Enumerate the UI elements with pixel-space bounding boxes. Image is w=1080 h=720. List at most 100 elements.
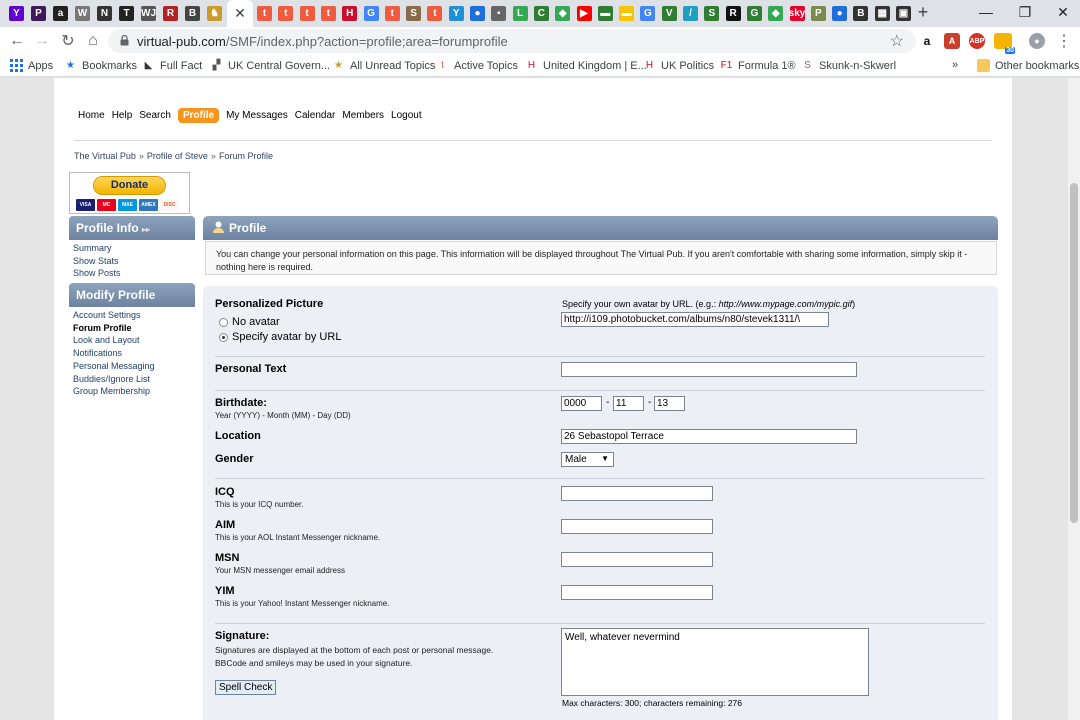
acrobat-extension-icon[interactable]: A [944,33,960,49]
menu-item-logout[interactable]: Logout [391,108,422,123]
browser-tab[interactable]: t [276,4,295,23]
browser-tab[interactable]: S [404,4,423,23]
reload-button[interactable]: ↻ [57,30,79,52]
sidebar-item-personal-messaging[interactable]: Personal Messaging [73,360,155,373]
bookmarks-overflow[interactable]: » [952,59,958,71]
browser-tab[interactable]: ▣ [894,4,913,23]
back-button[interactable]: ← [6,30,28,52]
browser-tab[interactable]: t [425,4,444,23]
bookmark-item[interactable]: F1 Formula 1® [720,59,796,72]
minimize-button[interactable]: — [966,0,1006,24]
bookmark-apps[interactable]: Apps [10,59,53,72]
new-tab-button[interactable]: + [913,2,933,22]
breadcrumb-item[interactable]: Profile of Steve [147,151,208,161]
browser-tab[interactable]: t [255,4,274,23]
browser-tab[interactable]: R [724,4,743,23]
menu-item-members[interactable]: Members [342,108,384,123]
browser-tab[interactable]: L [511,4,530,23]
breadcrumb-item[interactable]: Forum Profile [219,151,273,161]
bookmark-item[interactable]: H UK Politics [643,59,714,72]
donate-button[interactable]: Donate [93,176,166,195]
browser-tab[interactable]: G [638,4,657,23]
browser-tab[interactable]: W [73,4,92,23]
browser-tab[interactable]: ♞ [205,4,224,23]
restore-button[interactable]: ❐ [1005,0,1045,24]
icq-input[interactable] [561,486,713,501]
bookmark-item[interactable]: ★ Bookmarks [64,59,137,72]
url-avatar-option[interactable]: Specify avatar by URL [219,331,341,343]
menu-item-home[interactable]: Home [78,108,105,123]
sidebar-item-summary[interactable]: Summary [73,242,121,255]
profile-info-header[interactable]: Profile Info ▸▸ [69,216,195,240]
browser-tab[interactable]: B [183,4,202,23]
aim-input[interactable] [561,519,713,534]
browser-tab[interactable]: S [702,4,721,23]
browser-tab[interactable]: T [117,4,136,23]
browser-tab[interactable]: sky [788,4,807,23]
browser-tab[interactable]: R [161,4,180,23]
browser-tab[interactable]: ● [468,4,487,23]
browser-tab[interactable]: ▬ [596,4,615,23]
birth-month-input[interactable]: 11 [613,396,644,411]
menu-item-search[interactable]: Search [139,108,171,123]
browser-tab[interactable]: B [851,4,870,23]
signature-textarea[interactable]: Well, whatever nevermind [561,628,869,696]
menu-item-my-messages[interactable]: My Messages [226,108,288,123]
menu-item-profile[interactable]: Profile [177,108,220,123]
chrome-menu-icon[interactable]: ⋮ [1053,30,1075,52]
sidebar-item-notifications[interactable]: Notifications [73,347,155,360]
browser-tab[interactable]: V [660,4,679,23]
sidebar-item-account-settings[interactable]: Account Settings [73,309,155,322]
sidebar-item-show-stats[interactable]: Show Stats [73,255,121,268]
no-avatar-radio[interactable] [219,317,228,327]
close-window-button[interactable]: ✕ [1043,0,1080,24]
browser-tab[interactable]: ▬ [617,4,636,23]
birth-year-input[interactable]: 0000 [561,396,602,411]
no-avatar-option[interactable]: No avatar [219,316,280,328]
bookmark-item[interactable]: S Skunk-n-Skwerl [801,59,896,72]
close-tab-icon[interactable]: ✕ [234,5,246,22]
browser-tab[interactable]: Y [7,4,26,23]
sidebar-item-show-posts[interactable]: Show Posts [73,267,121,280]
browser-tab[interactable]: G [362,4,381,23]
bookmark-other[interactable]: Other bookmarks [977,59,1079,72]
browser-tab[interactable]: H [340,4,359,23]
bookmark-item[interactable]: t Active Topics [436,59,518,72]
browser-tab[interactable]: N [95,4,114,23]
bookmark-item[interactable]: ▞ UK Central Govern... [210,59,330,72]
browser-tab[interactable]: G [745,4,764,23]
profile-avatar[interactable]: ● [1029,33,1045,49]
bookmark-item[interactable]: ★ All Unread Topics [332,59,435,72]
sidebar-item-look-and-layout[interactable]: Look and Layout [73,334,155,347]
scroll-thumb[interactable] [1070,183,1078,523]
avatar-url-input[interactable]: http://i109.photobucket.com/albums/n80/s… [561,312,829,327]
browser-tab[interactable]: t [319,4,338,23]
browser-tab[interactable]: ◆ [766,4,785,23]
sidebar-item-forum-profile[interactable]: Forum Profile [73,322,155,335]
browser-tab[interactable]: C [532,4,551,23]
browser-tab[interactable]: P [29,4,48,23]
gender-select[interactable]: Male ▼ [561,452,614,467]
browser-tab[interactable]: ▦ [873,4,892,23]
browser-tab[interactable]: a [51,4,70,23]
msn-input[interactable] [561,552,713,567]
menu-item-help[interactable]: Help [112,108,133,123]
adblock-extension-icon[interactable]: ABP [969,33,985,49]
spell-check-button[interactable]: Spell Check [215,680,277,695]
browser-tab[interactable]: ◆ [553,4,572,23]
browser-tab[interactable]: ▶ [575,4,594,23]
menu-item-calendar[interactable]: Calendar [295,108,336,123]
bookmark-item[interactable]: H United Kingdom | E... [525,59,647,72]
browser-tab[interactable]: / [681,4,700,23]
breadcrumb-item[interactable]: The Virtual Pub [74,151,136,161]
browser-tab[interactable]: P [809,4,828,23]
browser-tab[interactable]: t [383,4,402,23]
forward-button[interactable]: → [31,30,53,52]
birth-day-input[interactable]: 13 [654,396,685,411]
page-scrollbar[interactable] [1068,78,1080,720]
sidebar-item-buddies-ignore-list[interactable]: Buddies/Ignore List [73,373,155,386]
badge-extension-icon[interactable]: 30 [994,33,1015,54]
browser-tab[interactable]: Y [447,4,466,23]
browser-tab[interactable]: t [298,4,317,23]
browser-tab[interactable]: ● [830,4,849,23]
